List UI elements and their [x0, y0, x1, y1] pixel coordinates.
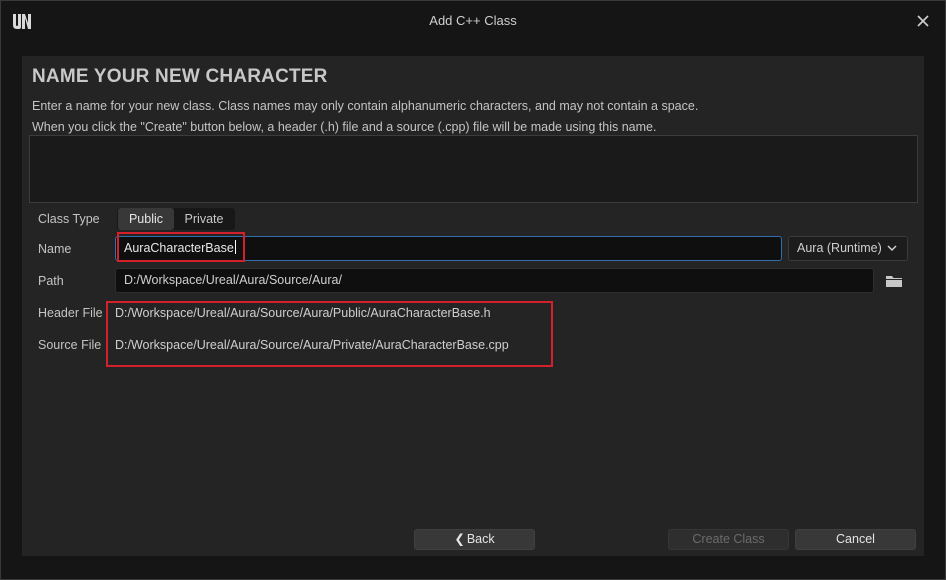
description-line-1: Enter a name for your new class. Class n…	[32, 99, 699, 113]
name-highlight-box	[117, 232, 245, 262]
back-button-label: Back	[466, 532, 495, 546]
chevron-left-icon: ❮	[454, 532, 465, 546]
path-label: Path	[38, 274, 64, 288]
chevron-down-icon	[887, 245, 897, 252]
module-dropdown[interactable]: Aura (Runtime)	[788, 236, 908, 261]
files-highlight-box	[106, 301, 553, 367]
create-class-button[interactable]: Create Class	[668, 529, 789, 550]
module-dropdown-value: Aura (Runtime)	[797, 241, 882, 255]
window-title: Add C++ Class	[429, 13, 517, 28]
description-line-2: When you click the "Create" button below…	[32, 120, 657, 134]
close-icon[interactable]	[913, 11, 933, 31]
cancel-button[interactable]: Cancel	[795, 529, 916, 550]
header-file-label: Header File	[38, 306, 103, 320]
path-input[interactable]: D:/Workspace/Ureal/Aura/Source/Aura/	[115, 268, 874, 293]
class-type-private-button[interactable]: Private	[176, 208, 232, 230]
back-button[interactable]: ❮ Back	[414, 529, 535, 550]
title-bar: Add C++ Class	[1, 1, 945, 41]
page-title: NAME YOUR NEW CHARACTER	[32, 66, 328, 87]
class-type-public-button[interactable]: Public	[118, 208, 174, 230]
name-label: Name	[38, 242, 72, 256]
class-type-label: Class Type	[38, 212, 100, 226]
add-class-dialog: Add C++ Class NAME YOUR NEW CHARACTER En…	[0, 0, 946, 580]
class-description-box	[29, 135, 918, 203]
folder-icon[interactable]	[885, 274, 903, 288]
source-file-label: Source File	[38, 338, 102, 352]
